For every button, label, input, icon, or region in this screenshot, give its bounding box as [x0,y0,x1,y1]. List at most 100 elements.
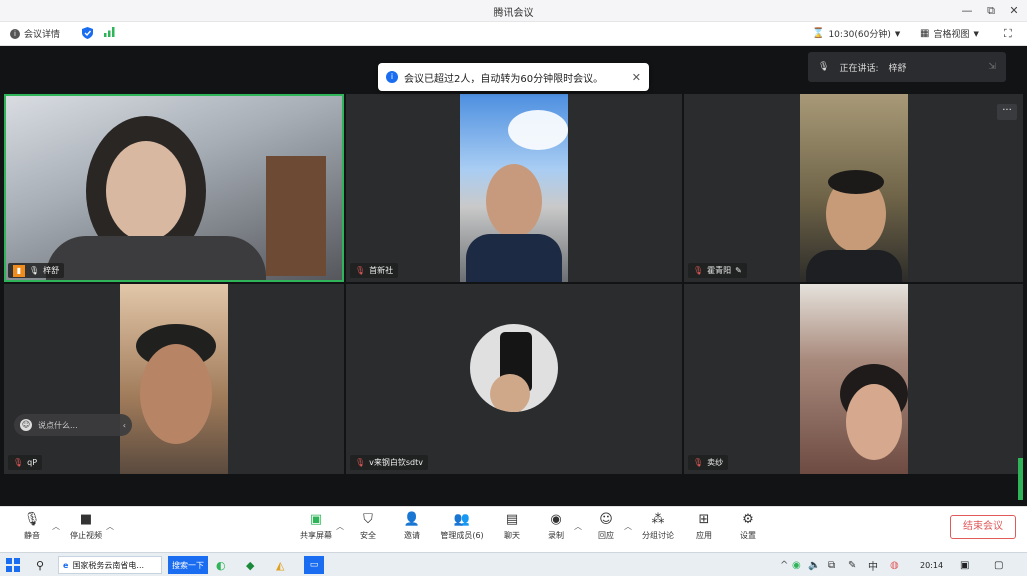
participant-nametag: 🎙 qP [8,455,43,470]
view-label: 宫格视图 [933,30,970,40]
participant-tile[interactable]: 🎙 v来钢白钦sdtv [346,284,682,474]
meeting-toolbar: 🎙 静音 ︿ ■ 停止视频 ︿ ▣ 共享屏幕 ︿ ⛉ 安全 👤 邀请 👥 管理成… [0,506,1027,552]
mic-muted-icon: 🎙 [693,266,704,275]
app-icon[interactable]: ◭ [276,556,284,574]
collapse-icon[interactable]: ⇲ [988,62,996,72]
minimize-button[interactable]: — [956,2,978,20]
search-icon[interactable]: ⚲ [36,556,44,574]
mic-muted-icon: 🎙 [355,266,366,275]
notice-text: 会议已超过2人，自动转为60分钟限时会议。 [404,73,604,85]
members-icon: 👥 [453,511,471,527]
speaking-name: 梓舒 [888,63,907,74]
participant-tile[interactable]: 🎙 卖纱 [684,284,1023,474]
chat-button[interactable]: ▤ 聊天 [490,511,534,549]
participant-tile[interactable]: ··· 🎙 霍青阳 ✎ [684,94,1023,282]
participant-nametag: ▮ 🎙 梓舒 [8,263,65,278]
stop-video-button[interactable]: ■ 停止视频 [64,511,108,549]
manage-members-label: 管理成员(6) [440,531,484,540]
record-label: 录制 [548,531,564,540]
participant-name: qP [27,458,38,467]
show-desktop-icon[interactable]: ▣ [960,556,969,574]
participant-name: 首新社 [369,266,394,275]
reactions-button[interactable]: ☺ 回应 [584,511,628,549]
notification-icon[interactable]: ▢ [994,556,1003,574]
mic-muted-icon: 🎙 [13,458,24,467]
meeting-timer[interactable]: ⌛ 10:30(60分钟) ▼ [812,27,900,40]
mic-icon: 🎙 [29,266,40,275]
clock[interactable]: 20:14 [920,556,943,574]
tray-tool-icon[interactable]: ✎ [848,556,856,574]
app-icon[interactable]: ◐ [216,556,226,574]
face-shape [486,164,542,238]
close-icon[interactable]: ✕ [632,71,641,84]
participant-tile[interactable]: 🎙 首新社 [346,94,682,282]
participant-nametag: 🎙 首新社 [350,263,399,278]
manage-members-button[interactable]: 👥 管理成员(6) [436,511,488,549]
participant-video [800,284,908,474]
grid-icon: ▦ [920,28,930,39]
end-meeting-button[interactable]: 结束会议 [950,515,1016,539]
taskbar-browser-tab[interactable]: e 国家税务云南省电... [58,556,162,574]
tray-app-icon[interactable]: ◉ [792,556,801,574]
invite-button[interactable]: 👤 邀请 [390,511,434,549]
participant-nametag: 🎙 卖纱 [688,455,729,470]
participant-tile[interactable]: ▮ 🎙 梓舒 [4,94,344,282]
participant-name: v来钢白钦sdtv [369,458,424,467]
face-shape [846,384,902,460]
security-button[interactable]: ⛉ 安全 [346,511,390,549]
search-button[interactable]: 搜索一下 [168,556,208,574]
share-screen-icon: ▣ [309,511,323,527]
body-shape [46,236,266,280]
participant-tile[interactable]: ☺ 说点什么... ‹ 🎙 qP [4,284,344,474]
add-user-icon: 👤 [403,511,421,527]
apps-button[interactable]: ⊞ 应用 [682,511,726,549]
network-icon[interactable]: ⧉ [828,556,835,574]
chevron-up-icon[interactable]: ︿ [106,521,114,532]
window-title: 腾讯会议 [493,8,534,19]
share-screen-button[interactable]: ▣ 共享屏幕 [294,511,338,549]
chevron-left-icon: ‹ [122,420,126,430]
record-button[interactable]: ◉ 录制 [534,511,578,549]
chat-input-popup[interactable]: ☺ 说点什么... ‹ [14,414,132,436]
windows-start-icon[interactable] [6,556,20,574]
chevron-up-icon[interactable]: ︿ [624,521,632,532]
pencil-icon: ✎ [735,266,742,275]
fullscreen-icon[interactable]: ⛶ [1004,27,1012,41]
tencent-meeting-icon[interactable]: ▭ [304,556,324,574]
chevron-up-icon[interactable]: ︿ [52,521,60,532]
door-shape [266,156,326,276]
tray-arrow-icon[interactable]: ^ [780,556,788,574]
mute-button[interactable]: 🎙 静音 [10,511,54,549]
breakout-button[interactable]: ⁂ 分组讨论 [636,511,680,549]
shield-icon[interactable] [82,27,93,39]
face-shape [140,344,212,444]
audio-level-indicator [1018,458,1023,500]
volume-icon[interactable]: 🔈 [808,556,820,574]
browser-tab-label: 国家税务云南省电... [72,560,145,570]
breakout-icon: ⁂ [651,511,665,527]
view-switch-button[interactable]: ▦ 宫格视图 ▼ [920,27,979,40]
security-label: 安全 [360,531,376,540]
close-button[interactable]: ✕ [1003,2,1025,20]
chevron-down-icon: ▼ [894,29,901,38]
meeting-details-label: 会议详情 [24,30,61,40]
participant-nametag: 🎙 v来钢白钦sdtv [350,455,429,470]
app-icon[interactable]: ◆ [246,556,254,574]
chevron-up-icon[interactable]: ︿ [574,521,582,532]
chat-label: 聊天 [504,531,520,540]
tray-app-icon[interactable]: ◍ [890,556,899,574]
timer-label: 10:30(60分钟) [828,30,891,40]
ime-icon[interactable]: 中 [868,556,878,574]
chat-icon: ▤ [505,511,519,527]
restore-button[interactable]: ⧉ [980,2,1002,20]
user-icon: ▮ [13,264,25,277]
participant-video [460,94,568,282]
settings-button[interactable]: ⚙ 设置 [726,511,770,549]
more-options-icon[interactable]: ··· [997,104,1017,120]
meeting-details-button[interactable]: i 会议详情 [10,27,60,40]
chat-placeholder: 说点什么... [38,420,78,430]
camera-icon: ■ [79,511,93,527]
breakout-label: 分组讨论 [642,531,674,540]
chevron-up-icon[interactable]: ︿ [336,521,344,532]
stop-video-label: 停止视频 [70,531,102,540]
